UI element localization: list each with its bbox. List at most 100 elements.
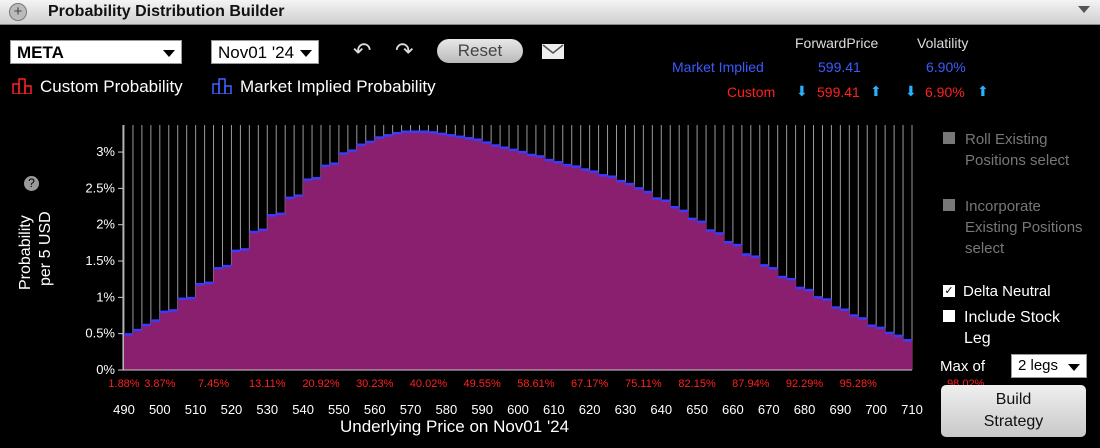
x-tick-label: 690 [830, 402, 852, 417]
chevron-down-icon [1068, 364, 1080, 371]
probability-bar [419, 131, 429, 370]
y-tick-label: 2.5% [85, 180, 115, 195]
x-tick-label: 610 [543, 402, 565, 417]
probability-bar [580, 169, 590, 370]
probability-bar [688, 218, 698, 370]
probability-bar [186, 298, 196, 370]
probability-bar [518, 152, 528, 370]
probability-chart[interactable]: 0% 0.5% 1% 1.5% 2% 2.5% 3% 490 500 510 520 530 540 5… [0, 0, 1100, 448]
max-legs-select[interactable]: 2 legs [1011, 354, 1087, 378]
probability-bar [831, 307, 841, 370]
include-stock-checkbox[interactable] [943, 310, 955, 322]
probability-bar [625, 184, 635, 370]
x-tick-label: 520 [221, 402, 243, 417]
probability-bar [231, 250, 241, 370]
probability-bar [321, 165, 331, 370]
cumulative-probability-label: 1.88% [108, 378, 139, 390]
probability-bar [571, 166, 581, 370]
probability-bar [276, 213, 286, 370]
x-tick-label: 710 [901, 402, 923, 417]
probability-bar [124, 334, 134, 370]
probability-bar [679, 210, 689, 370]
x-tick-label: 540 [292, 402, 314, 417]
x-tick-label: 500 [149, 402, 171, 417]
roll-existing-checkbox[interactable] [943, 132, 955, 144]
probability-bar [338, 153, 349, 370]
probability-bar [795, 287, 805, 370]
probability-bar [500, 147, 510, 370]
y-tick-label: 0.5% [85, 326, 115, 341]
x-tick-label: 670 [758, 402, 780, 417]
probability-bar [867, 325, 877, 370]
probability-bar [634, 188, 644, 370]
y-tick-label: 1% [96, 289, 115, 304]
probability-bar [670, 207, 680, 370]
cumulative-probability-label: 13.11% [249, 378, 286, 390]
probability-bar [643, 192, 653, 370]
cumulative-probability-label: 30.23% [356, 378, 394, 390]
probability-bar [222, 266, 232, 370]
probability-bar [822, 299, 832, 370]
probability-bar [159, 311, 170, 370]
include-stock-label: Include Stock Leg [964, 309, 1061, 347]
probability-bar [482, 142, 492, 370]
probability-bar [356, 144, 367, 370]
probability-bar [437, 133, 447, 370]
probability-bar [141, 324, 152, 370]
cumulative-probability-label: 49.55% [464, 378, 502, 390]
probability-bar [473, 139, 483, 370]
probability-bar [858, 318, 868, 370]
probability-bar [455, 136, 465, 370]
probability-bar [294, 195, 304, 370]
cumulative-probability-label: 58.61% [517, 378, 555, 390]
x-tick-label: 550 [328, 402, 350, 417]
probability-bar [715, 233, 725, 370]
probability-bar [840, 309, 850, 370]
probability-bar [894, 335, 904, 370]
probability-bar [329, 163, 340, 370]
probability-bar [661, 200, 671, 370]
build-strategy-label: Build Strategy [983, 391, 1044, 430]
probability-bar [598, 175, 608, 370]
probability-bar [285, 197, 295, 370]
probability-bar [589, 171, 599, 370]
probability-bar [446, 135, 456, 370]
x-tick-label: 490 [113, 402, 135, 417]
probability-bar [732, 245, 743, 370]
chart-x-tick-labels: 490 500 510 520 530 540 550 560 570 580 590 600 610 6… [113, 402, 976, 417]
cumulative-probability-label: 3.87% [144, 378, 175, 390]
probability-bar [365, 141, 376, 370]
delta-neutral-label: Delta Neutral [963, 283, 1051, 300]
incorporate-checkbox[interactable] [943, 199, 955, 211]
probability-bar [526, 154, 537, 370]
cumulative-probability-label: 82.15% [678, 378, 716, 390]
chart-cumulative-labels: 1.88% 3.87% 7.45% 13.11% 20.92% 30.23% 40.02% 4… [108, 378, 984, 390]
probability-bar [347, 150, 358, 370]
probability-bar [544, 160, 555, 370]
x-tick-label: 700 [865, 402, 887, 417]
probability-bar [777, 277, 787, 370]
x-tick-label: 640 [650, 402, 672, 417]
probability-bar [759, 265, 770, 370]
y-tick-label: 2% [96, 217, 115, 232]
probability-bar [267, 215, 277, 370]
probability-bar [786, 279, 796, 370]
x-tick-label: 530 [256, 402, 278, 417]
probability-bar [697, 221, 707, 370]
cumulative-probability-label: 95.28% [840, 378, 878, 390]
x-tick-label: 580 [436, 402, 458, 417]
probability-bar [428, 132, 438, 370]
probability-bar [249, 231, 259, 370]
cumulative-probability-label: 20.92% [302, 378, 340, 390]
probability-bar [150, 320, 161, 370]
chart-bars [124, 130, 913, 370]
probability-bar [535, 156, 546, 370]
max-of-label: Max of [940, 358, 986, 375]
delta-neutral-checkbox[interactable]: ✓ [943, 285, 955, 297]
cumulative-probability-label: 92.29% [786, 378, 824, 390]
probability-bar [616, 181, 626, 370]
probability-bar [464, 138, 474, 370]
cumulative-probability-label: 87.94% [732, 378, 770, 390]
build-strategy-button[interactable]: Build Strategy [941, 385, 1086, 437]
cumulative-probability-label: 40.02% [410, 378, 448, 390]
